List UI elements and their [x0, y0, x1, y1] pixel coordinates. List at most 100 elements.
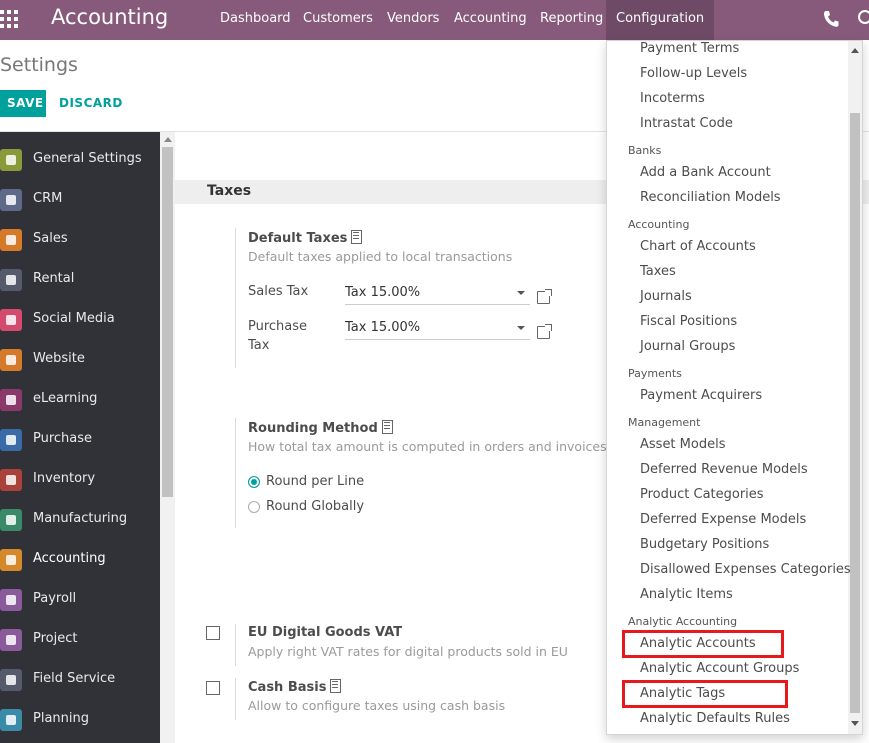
dropdown-item-reconciliation-models[interactable]: Reconciliation Models	[640, 190, 781, 205]
dollar-icon	[0, 549, 22, 571]
app-brand[interactable]: Accounting	[51, 5, 168, 29]
sidebar-item-label: Field Service	[33, 671, 116, 686]
sidebar-item-rental[interactable]: Rental	[0, 260, 160, 300]
sidebar-item-website[interactable]: Website	[0, 340, 160, 380]
round-globally-radio[interactable]	[248, 501, 260, 513]
sidebar-item-inventory[interactable]: Inventory	[0, 460, 160, 500]
configuration-dropdown-menu: Payment Terms Follow-up Levels Incoterms In…	[606, 40, 863, 735]
company-building-icon	[351, 230, 363, 244]
elearning-icon	[0, 389, 22, 411]
save-button[interactable]: SAVE	[0, 90, 46, 117]
dropdown-item-follow-up-levels[interactable]: Follow-up Levels	[640, 66, 747, 81]
thumbs-up-icon	[0, 309, 22, 331]
sidebar-item-label: Project	[33, 631, 78, 646]
eu-digital-vat-checkbox[interactable]	[206, 626, 220, 640]
default-taxes-description: Default taxes applied to local transacti…	[248, 249, 513, 264]
nav-reporting[interactable]: Reporting	[540, 11, 603, 26]
dropdown-item-payment-acquirers[interactable]: Payment Acquirers	[640, 388, 762, 403]
sidebar-item-purchase[interactable]: Purchase	[0, 420, 160, 460]
sidebar-item-label: Planning	[33, 711, 89, 726]
dropdown-item-deferred-revenue-models[interactable]: Deferred Revenue Models	[640, 462, 808, 477]
default-taxes-title-text: Default Taxes	[248, 231, 348, 246]
dropdown-scroll-up-icon[interactable]	[851, 48, 859, 53]
dropdown-item-budgetary-positions[interactable]: Budgetary Positions	[640, 537, 769, 552]
dropdown-header-analytic-accounting: Analytic Accounting	[628, 615, 738, 628]
sidebar-item-sales[interactable]: Sales	[0, 220, 160, 260]
sidebar-item-elearning[interactable]: eLearning	[0, 380, 160, 420]
dropdown-item-product-categories[interactable]: Product Categories	[640, 487, 764, 502]
dropdown-item-analytic-defaults-rules[interactable]: Analytic Defaults Rules	[640, 711, 790, 726]
dropdown-item-asset-models[interactable]: Asset Models	[640, 437, 725, 452]
dropdown-item-fiscal-positions[interactable]: Fiscal Positions	[640, 314, 737, 329]
dropdown-header-accounting: Accounting	[628, 218, 690, 231]
dropdown-item-analytic-accounts[interactable]: Analytic Accounts	[640, 636, 756, 651]
sidebar-item-label: eLearning	[33, 391, 98, 406]
purchase-tax-select[interactable]: Tax 15.00%	[345, 318, 530, 340]
planning-icon	[0, 709, 22, 731]
default-taxes-divider	[235, 228, 236, 368]
nav-vendors[interactable]: Vendors	[387, 11, 439, 26]
sidebar-item-crm[interactable]: CRM	[0, 180, 160, 220]
dropdown-item-journal-groups[interactable]: Journal Groups	[640, 339, 735, 354]
wrench-icon	[0, 509, 22, 531]
dropdown-item-analytic-tags[interactable]: Analytic Tags	[640, 686, 725, 701]
sidebar-item-label: Manufacturing	[33, 511, 128, 526]
sales-tax-external-link-icon[interactable]	[537, 289, 552, 304]
sidebar-item-social-media[interactable]: Social Media	[0, 300, 160, 340]
chart-icon	[0, 229, 22, 251]
dropdown-item-deferred-expense-models[interactable]: Deferred Expense Models	[640, 512, 806, 527]
field-service-icon	[0, 669, 22, 691]
nav-customers[interactable]: Customers	[303, 11, 373, 26]
sidebar-item-general-settings[interactable]: General Settings	[0, 140, 160, 180]
eu-digital-vat-description: Apply right VAT rates for digital produc…	[248, 644, 568, 659]
sidebar-item-label: Sales	[33, 231, 68, 246]
dropdown-item-analytic-items[interactable]: Analytic Items	[640, 587, 733, 602]
dropdown-item-intrastat-code[interactable]: Intrastat Code	[640, 116, 733, 131]
sidebar-item-accounting[interactable]: Accounting	[0, 540, 160, 580]
sales-tax-select[interactable]: Tax 15.00%	[345, 283, 530, 305]
dropdown-header-banks: Banks	[628, 144, 662, 157]
dropdown-item-analytic-account-groups[interactable]: Analytic Account Groups	[640, 661, 799, 676]
scroll-up-arrow-icon[interactable]	[164, 137, 172, 142]
dropdown-item-disallowed-expenses-categories[interactable]: Disallowed Expenses Categories	[640, 562, 851, 577]
sidebar-item-project[interactable]: Project	[0, 620, 160, 660]
phone-icon[interactable]	[823, 10, 839, 28]
dropdown-item-add-a-bank-account[interactable]: Add a Bank Account	[640, 165, 771, 180]
sidebar-item-label: Payroll	[33, 591, 77, 606]
purchase-tax-external-link-icon[interactable]	[537, 324, 552, 339]
nav-accounting[interactable]: Accounting	[454, 11, 527, 26]
sidebar-item-manufacturing[interactable]: Manufacturing	[0, 500, 160, 540]
sidebar-item-planning[interactable]: Planning	[0, 700, 160, 740]
purchase-tax-label-line2: Tax	[248, 338, 270, 353]
activity-clock-icon[interactable]	[858, 10, 869, 24]
sidebar-item-field-service[interactable]: Field Service	[0, 660, 160, 700]
gear-icon	[0, 149, 22, 171]
round-per-line-radio[interactable]	[248, 476, 260, 488]
apps-menu-icon[interactable]	[0, 10, 20, 30]
dropdown-scroll-down-icon[interactable]	[851, 721, 859, 726]
dropdown-scroll-thumb[interactable]	[850, 113, 860, 713]
cash-basis-checkbox[interactable]	[206, 681, 220, 695]
puzzle-icon	[0, 629, 22, 651]
settings-sidebar: General Settings CRM Sales Rental Social Med…	[0, 132, 160, 743]
round-globally-label[interactable]: Round Globally	[266, 499, 364, 514]
nav-dashboard[interactable]: Dashboard	[220, 11, 291, 26]
card-icon	[0, 429, 22, 451]
nav-configuration[interactable]: Configuration	[606, 0, 715, 40]
dropdown-item-incoterms[interactable]: Incoterms	[640, 91, 705, 106]
cash-basis-description: Allow to configure taxes using cash basi…	[248, 698, 506, 713]
sidebar-item-label: Rental	[33, 271, 75, 286]
sidebar-scroll-thumb[interactable]	[162, 147, 173, 497]
dropdown-item-taxes[interactable]: Taxes	[640, 264, 676, 279]
sidebar-item-label: General Settings	[33, 151, 142, 166]
default-taxes-title: Default Taxes	[248, 230, 363, 246]
dropdown-item-payment-terms[interactable]: Payment Terms	[640, 41, 739, 56]
rounding-divider	[235, 418, 236, 528]
round-per-line-label[interactable]: Round per Line	[266, 474, 364, 489]
purchase-tax-label-line1: Purchase	[248, 319, 308, 334]
dropdown-item-chart-of-accounts[interactable]: Chart of Accounts	[640, 239, 756, 254]
sidebar-item-label: CRM	[33, 191, 63, 206]
sidebar-item-payroll[interactable]: Payroll	[0, 580, 160, 620]
discard-button[interactable]: DISCARD	[59, 96, 123, 110]
dropdown-item-journals[interactable]: Journals	[640, 289, 692, 304]
